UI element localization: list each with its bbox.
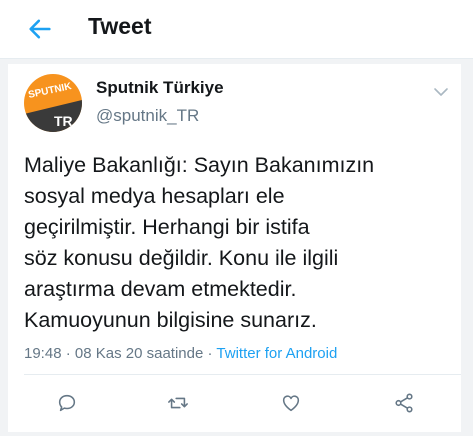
reply-button[interactable]: [56, 392, 78, 414]
tweet-source-link[interactable]: Twitter for Android: [216, 345, 337, 362]
divider: [24, 374, 461, 375]
tweet-text-line: Kamuoyunun bilgisine sunarız.: [24, 308, 317, 332]
meta-separator: ·: [207, 345, 213, 362]
tweet-meta: 19:48 · 08 Kas 20 saatinde · Twitter for…: [24, 345, 337, 362]
display-name[interactable]: Sputnik Türkiye: [96, 78, 224, 98]
avatar-logo-short: TR: [54, 113, 73, 129]
like-button[interactable]: [280, 392, 302, 414]
tweet-text-line: araştırma devam etmektedir.: [24, 277, 297, 301]
top-bar: Tweet: [0, 0, 473, 59]
meta-separator: ·: [65, 345, 71, 362]
arrow-left-icon[interactable]: [26, 15, 54, 43]
page-title: Tweet: [88, 13, 152, 39]
reply-icon: [58, 394, 76, 412]
tweet-text-line: geçirilmiştir. Herhangi bir istifa: [24, 215, 310, 239]
tweet-time: 19:48: [24, 345, 62, 362]
tweet-text: Maliye Bakanlığı: Sayın Bakanımızın sosy…: [24, 150, 454, 336]
tweet-text-line: Maliye Bakanlığı: Sayın Bakanımızın: [24, 153, 375, 177]
tweet-date: 08 Kas 20 saatinde: [74, 345, 204, 362]
tweet-text-line: sosyal medya hesapları ele: [24, 184, 285, 208]
share-icon: [395, 393, 413, 413]
username[interactable]: @sputnik_TR: [96, 106, 199, 126]
share-button[interactable]: [393, 392, 415, 414]
chevron-down-icon[interactable]: [433, 86, 449, 98]
retweet-button[interactable]: [167, 392, 189, 414]
tweet-text-line: söz konusu değildir. Konu ile ilgili: [24, 246, 339, 270]
tweet-card: SPUTNIK TR Sputnik Türkiye @sputnik_TR M…: [8, 64, 461, 432]
like-icon: [282, 395, 300, 412]
retweet-icon: [168, 397, 188, 409]
sputnik-logo-icon: SPUTNIK TR: [24, 74, 82, 132]
avatar[interactable]: SPUTNIK TR: [24, 74, 82, 132]
